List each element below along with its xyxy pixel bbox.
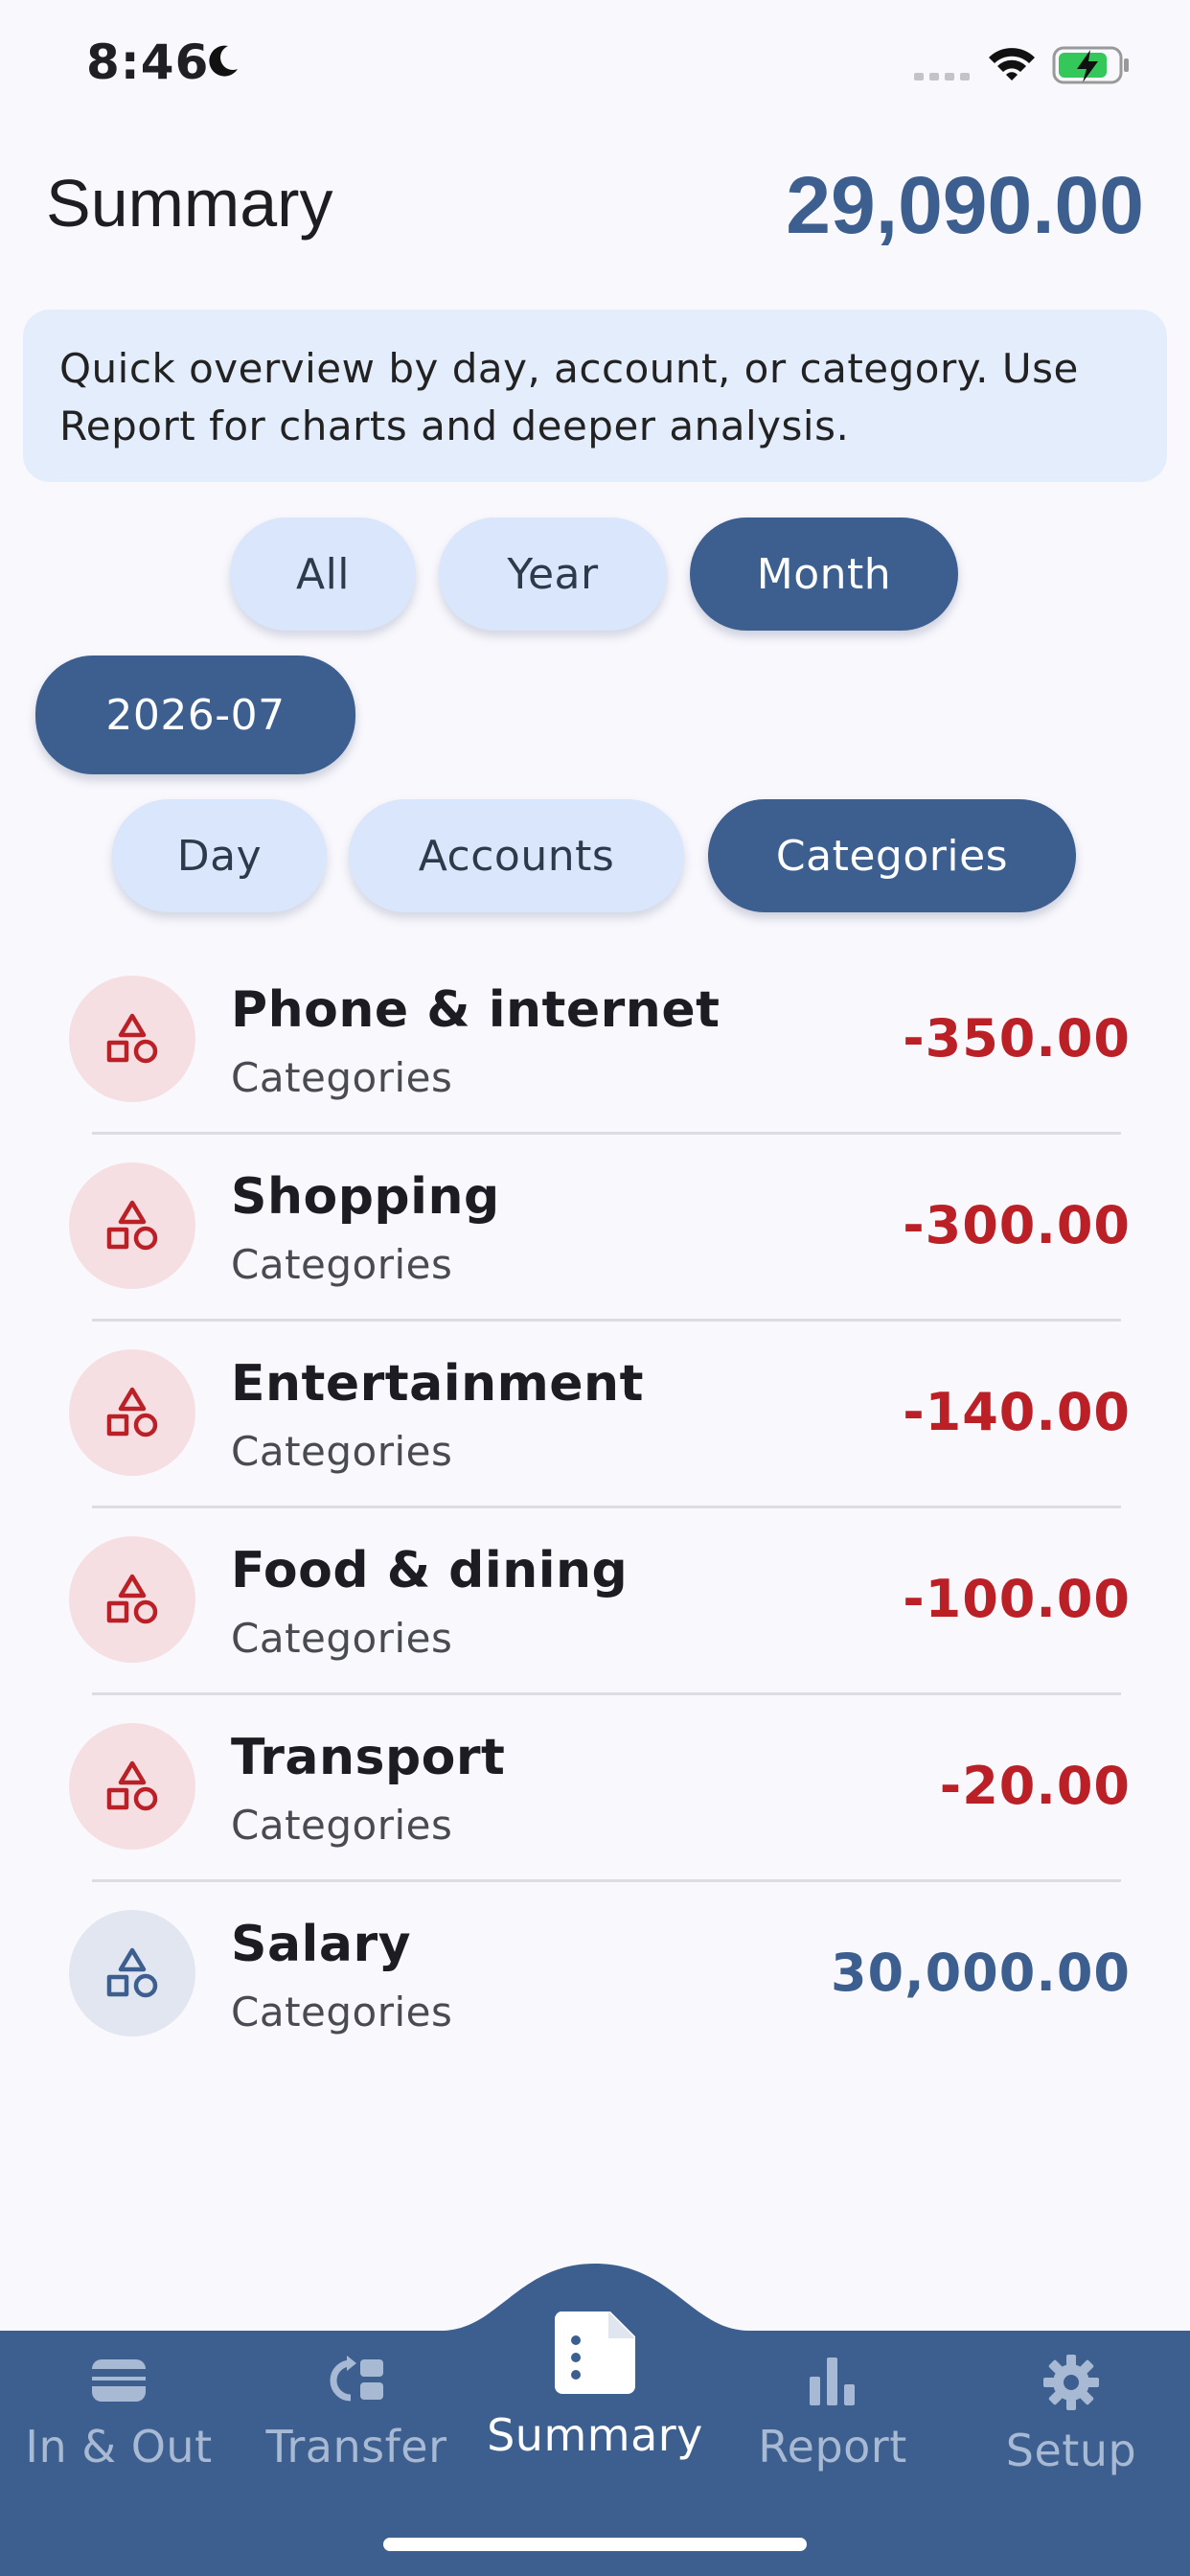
- nav-tab-report[interactable]: Report: [714, 2354, 951, 2472]
- home-indicator: [383, 2538, 807, 2551]
- item-amount: -20.00: [939, 1756, 1131, 1816]
- divider: [92, 1879, 1121, 1882]
- total-amount: 29,090.00: [786, 160, 1144, 250]
- category-shapes-icon: [69, 1723, 195, 1850]
- item-amount: -350.00: [903, 1008, 1131, 1069]
- nav-tab-in-out[interactable]: In & Out: [0, 2354, 238, 2472]
- transfer-icon: [330, 2356, 383, 2402]
- filter-chip-year[interactable]: Year: [439, 518, 667, 631]
- item-subtitle: Categories: [231, 1989, 453, 2036]
- status-time: 8:46: [86, 34, 210, 90]
- list-item[interactable]: Food & dining Categories -100.00: [0, 1519, 1190, 1706]
- group-chip-accounts[interactable]: Accounts: [349, 799, 684, 912]
- filter-chip-month[interactable]: Month: [690, 518, 958, 631]
- divider: [92, 1692, 1121, 1695]
- cellular-signal-icon: [914, 73, 970, 80]
- nav-label: Setup: [1005, 2425, 1137, 2476]
- bottom-navigation: In & Out Transfer Summary Report Setup: [0, 2262, 1190, 2576]
- nav-tab-setup[interactable]: Setup: [952, 2354, 1190, 2476]
- item-amount: -140.00: [903, 1382, 1131, 1442]
- info-card: Quick overview by day, account, or categ…: [23, 310, 1167, 482]
- item-name: Entertainment: [231, 1355, 644, 1413]
- group-chip-day[interactable]: Day: [112, 799, 327, 912]
- status-bar: 8:46: [0, 0, 1190, 134]
- nav-tab-transfer[interactable]: Transfer: [238, 2354, 475, 2472]
- category-shapes-icon: [69, 1162, 195, 1289]
- divider: [92, 1506, 1121, 1508]
- list-item[interactable]: Transport Categories -20.00: [0, 1706, 1190, 1893]
- category-shapes-icon: [69, 1536, 195, 1663]
- item-amount: 30,000.00: [830, 1943, 1131, 2003]
- divider: [92, 1319, 1121, 1322]
- category-shapes-icon: [69, 1910, 195, 2036]
- battery-charging-icon: [1052, 46, 1129, 84]
- moon-icon: [209, 45, 238, 77]
- bar-chart-icon: [810, 2358, 855, 2405]
- filter-chip-all[interactable]: All: [230, 518, 416, 631]
- item-name: Transport: [231, 1729, 506, 1786]
- item-name: Phone & internet: [231, 981, 721, 1039]
- nav-tab-summary[interactable]: Summary: [476, 2308, 714, 2461]
- list-item[interactable]: Entertainment Categories -140.00: [0, 1332, 1190, 1519]
- item-amount: -100.00: [903, 1569, 1131, 1629]
- item-name: Food & dining: [231, 1542, 629, 1599]
- list-item[interactable]: Phone & internet Categories -350.00: [0, 958, 1190, 1145]
- group-chip-categories[interactable]: Categories: [708, 799, 1076, 912]
- period-selector[interactable]: 2026-07: [35, 656, 355, 774]
- item-subtitle: Categories: [231, 1428, 453, 1475]
- item-subtitle: Categories: [231, 1241, 453, 1288]
- summary-document-icon: [554, 2312, 635, 2394]
- gear-icon: [1043, 2355, 1099, 2410]
- category-shapes-icon: [69, 1349, 195, 1476]
- category-shapes-icon: [69, 976, 195, 1102]
- item-subtitle: Categories: [231, 1802, 453, 1849]
- wifi-icon: [989, 48, 1035, 80]
- nav-label: Summary: [487, 2409, 703, 2461]
- nav-label: Transfer: [265, 2421, 447, 2472]
- item-amount: -300.00: [903, 1195, 1131, 1255]
- page-title: Summary: [46, 166, 333, 241]
- nav-label: Report: [758, 2421, 907, 2472]
- item-name: Salary: [231, 1916, 411, 1973]
- item-subtitle: Categories: [231, 1054, 453, 1101]
- item-name: Shopping: [231, 1168, 500, 1226]
- nav-label: In & Out: [25, 2421, 213, 2472]
- list-item[interactable]: Salary Categories 30,000.00: [0, 1893, 1190, 2080]
- item-subtitle: Categories: [231, 1615, 453, 1662]
- wallet-icon: [92, 2359, 146, 2402]
- divider: [92, 1132, 1121, 1135]
- list-item[interactable]: Shopping Categories -300.00: [0, 1145, 1190, 1332]
